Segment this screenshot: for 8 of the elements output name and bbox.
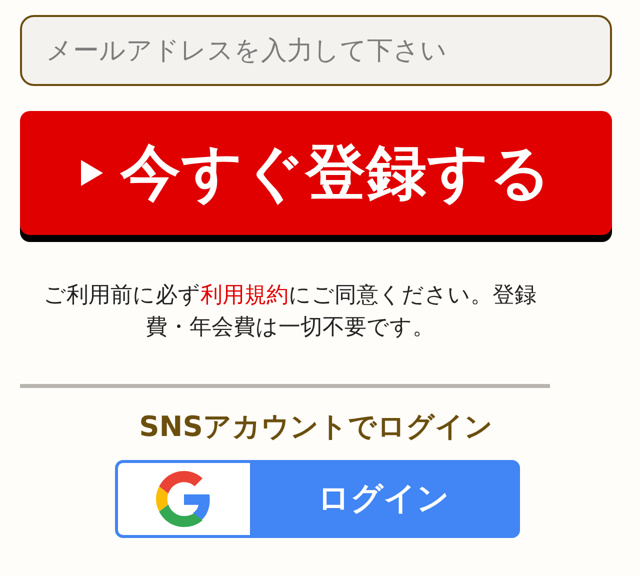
play-icon (80, 160, 102, 186)
google-login-button[interactable]: ログイン (115, 460, 520, 538)
google-icon (156, 471, 212, 527)
terms-notice: ご利用前に必ず利用規約にご同意ください。登録費・年会費は一切不要です。 (42, 282, 538, 342)
sns-login-heading: SNSアカウントでログイン (138, 409, 494, 445)
terms-link[interactable]: 利用規約 (200, 283, 288, 308)
register-button[interactable]: 今すぐ登録する (20, 111, 612, 235)
email-field[interactable]: メールアドレスを入力して下さい (20, 15, 612, 86)
